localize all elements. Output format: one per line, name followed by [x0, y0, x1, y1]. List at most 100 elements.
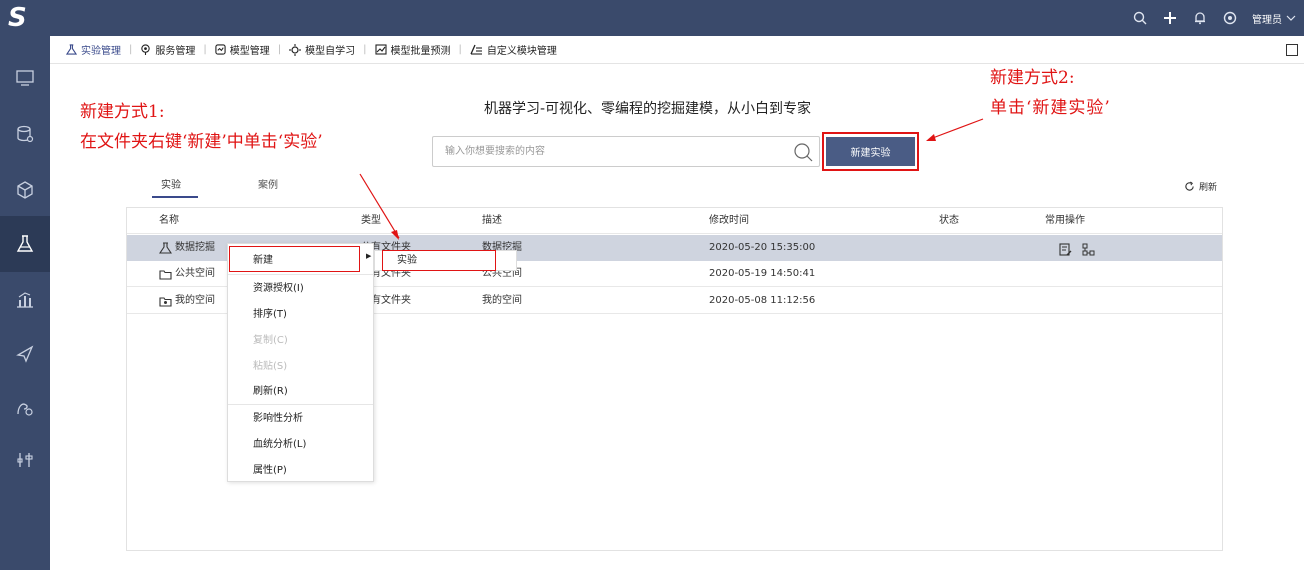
arrowhead-new-button [926, 134, 936, 141]
row-modified-time: 2020-05-20 15:35:00 [709, 242, 816, 253]
nav-item-label: 模型批量预测 [390, 46, 451, 57]
nav-item-custom-module[interactable]: 自定义模块管理 [470, 42, 557, 57]
context-menu-item-authorize[interactable]: 资源授权(I) [228, 276, 373, 301]
nav-item-experiment[interactable]: 实验管理 [66, 42, 121, 57]
annotation-method2-desc: 单击‘新建实验’ [990, 98, 1111, 118]
plus-icon[interactable] [1162, 10, 1178, 26]
send-icon [16, 345, 34, 363]
bulb-icon [289, 43, 302, 56]
column-header-modified[interactable]: 修改时间 [709, 208, 749, 234]
maximize-button[interactable] [1286, 44, 1298, 56]
app-logo: S [8, 3, 27, 33]
database-icon [17, 125, 34, 143]
bar-chart-icon [17, 292, 33, 308]
chart-icon [374, 44, 387, 55]
sidebar-item-cube[interactable] [0, 162, 50, 218]
private-folder-icon [159, 296, 172, 307]
column-header-actions[interactable]: 常用操作 [1045, 208, 1085, 234]
column-header-name[interactable]: 名称 [159, 208, 179, 234]
nav-item-model[interactable]: 模型管理 [215, 42, 270, 57]
tab-case[interactable]: 案例 [258, 176, 278, 191]
nav-separator: | [277, 44, 282, 55]
flask-icon [159, 242, 172, 254]
nav-item-batch-predict[interactable]: 模型批量预测 [374, 42, 451, 57]
nav-item-label: 模型管理 [229, 46, 270, 57]
row-name: 我的空间 [175, 295, 215, 306]
submenu-item-experiment[interactable]: 实验 [397, 252, 417, 270]
sidebar-item-monitor[interactable] [0, 50, 50, 106]
row-description: 我的空间 [482, 295, 522, 306]
row-name: 数据挖掘 [175, 242, 215, 253]
chevron-down-icon[interactable] [1286, 12, 1296, 25]
table-header: 名称 类型 描述 修改时间 状态 常用操作 [127, 208, 1222, 234]
row-name: 公共空间 [175, 268, 215, 279]
annotation-method1-desc: 在文件夹右键‘新建’中单击‘实验’ [80, 132, 323, 152]
context-menu-item-properties[interactable]: 属性(P) [228, 458, 373, 483]
nav-item-self-learning[interactable]: 模型自学习 [289, 42, 355, 57]
sidebar-item-service[interactable] [0, 380, 50, 436]
model-icon [215, 44, 226, 55]
search-icon[interactable] [793, 142, 813, 165]
row-name-cell[interactable]: 我的空间 [159, 288, 215, 314]
page-tagline: 机器学习-可视化、零编程的挖掘建模，从小白到专家 [484, 101, 812, 117]
sidebar [0, 36, 50, 570]
sidebar-item-chart[interactable] [0, 272, 50, 328]
nav-item-service[interactable]: 服务管理 [140, 42, 195, 57]
top-actions: 管理员 [1132, 0, 1296, 36]
settings-icon[interactable] [1222, 10, 1238, 26]
highlight-box-new-item [229, 246, 360, 272]
tools-icon [17, 453, 33, 467]
arrow-to-new-button [929, 118, 984, 140]
tab-experiment[interactable]: 实验 [161, 176, 181, 191]
folder-icon [159, 269, 172, 280]
tree-icon[interactable] [1082, 241, 1095, 256]
column-header-description[interactable]: 描述 [482, 208, 502, 234]
refresh-icon [1185, 181, 1194, 191]
context-menu-item-refresh[interactable]: 刷新(R) [228, 379, 373, 404]
new-experiment-button[interactable]: 新建实验 [826, 137, 915, 166]
custom-icon [470, 44, 482, 55]
context-menu-item-copy[interactable]: 复制(C) [228, 328, 373, 353]
admin-label[interactable]: 管理员 [1252, 11, 1282, 26]
nav-separator: | [129, 44, 133, 55]
menu-divider [228, 274, 373, 275]
context-menu: 新建 资源授权(I) 排序(T) 复制(C) 粘贴(S) 刷新(R) 影响性分析… [227, 243, 374, 482]
row-name-cell[interactable]: 数据挖掘 [159, 235, 215, 261]
row-modified-time: 2020-05-19 14:50:41 [709, 268, 816, 279]
nav-separator: | [363, 44, 367, 55]
sidebar-item-tools[interactable] [0, 432, 50, 488]
submenu-arrow-icon: ▶ [366, 252, 372, 260]
search-icon[interactable] [1132, 10, 1148, 26]
hand-gear-icon [17, 403, 33, 416]
sidebar-item-send[interactable] [0, 326, 50, 382]
nav-item-label: 实验管理 [81, 46, 121, 57]
row-name-cell[interactable]: 公共空间 [159, 261, 215, 287]
flask-icon [66, 44, 77, 55]
context-menu-item-paste[interactable]: 粘贴(S) [228, 354, 373, 379]
edit-icon[interactable] [1059, 241, 1072, 256]
service-icon [141, 44, 151, 55]
refresh-button[interactable]: 刷新 [1184, 180, 1217, 193]
annotation-method2-title: 新建方式2: [990, 68, 1075, 88]
search-input[interactable] [433, 137, 793, 166]
annotation-method1-title: 新建方式1: [80, 102, 165, 122]
nav-separator: | [458, 44, 462, 55]
context-menu-item-sort[interactable]: 排序(T) [228, 302, 373, 327]
sidebar-item-experiment[interactable] [0, 216, 50, 272]
search-box [432, 136, 820, 167]
column-header-type[interactable]: 类型 [361, 208, 381, 234]
flask-icon [16, 235, 34, 252]
bell-icon[interactable] [1192, 10, 1208, 26]
nav-item-label: 自定义模块管理 [486, 46, 557, 57]
top-bar: S 管理员 [0, 0, 1304, 36]
cube-icon [17, 181, 33, 199]
nav-item-label: 服务管理 [155, 46, 196, 57]
module-nav: 实验管理 | 服务管理 | 模型管理 | 模型自学习 | 模型批量预测 | 自定… [50, 36, 1304, 64]
context-menu-item-impact[interactable]: 影响性分析 [228, 406, 373, 431]
column-header-status[interactable]: 状态 [939, 208, 959, 234]
sidebar-item-data[interactable] [0, 106, 50, 162]
monitor-icon [16, 70, 34, 86]
row-modified-time: 2020-05-08 11:12:56 [709, 295, 816, 306]
refresh-label: 刷新 [1199, 183, 1218, 193]
context-menu-item-lineage[interactable]: 血统分析(L) [228, 432, 373, 457]
